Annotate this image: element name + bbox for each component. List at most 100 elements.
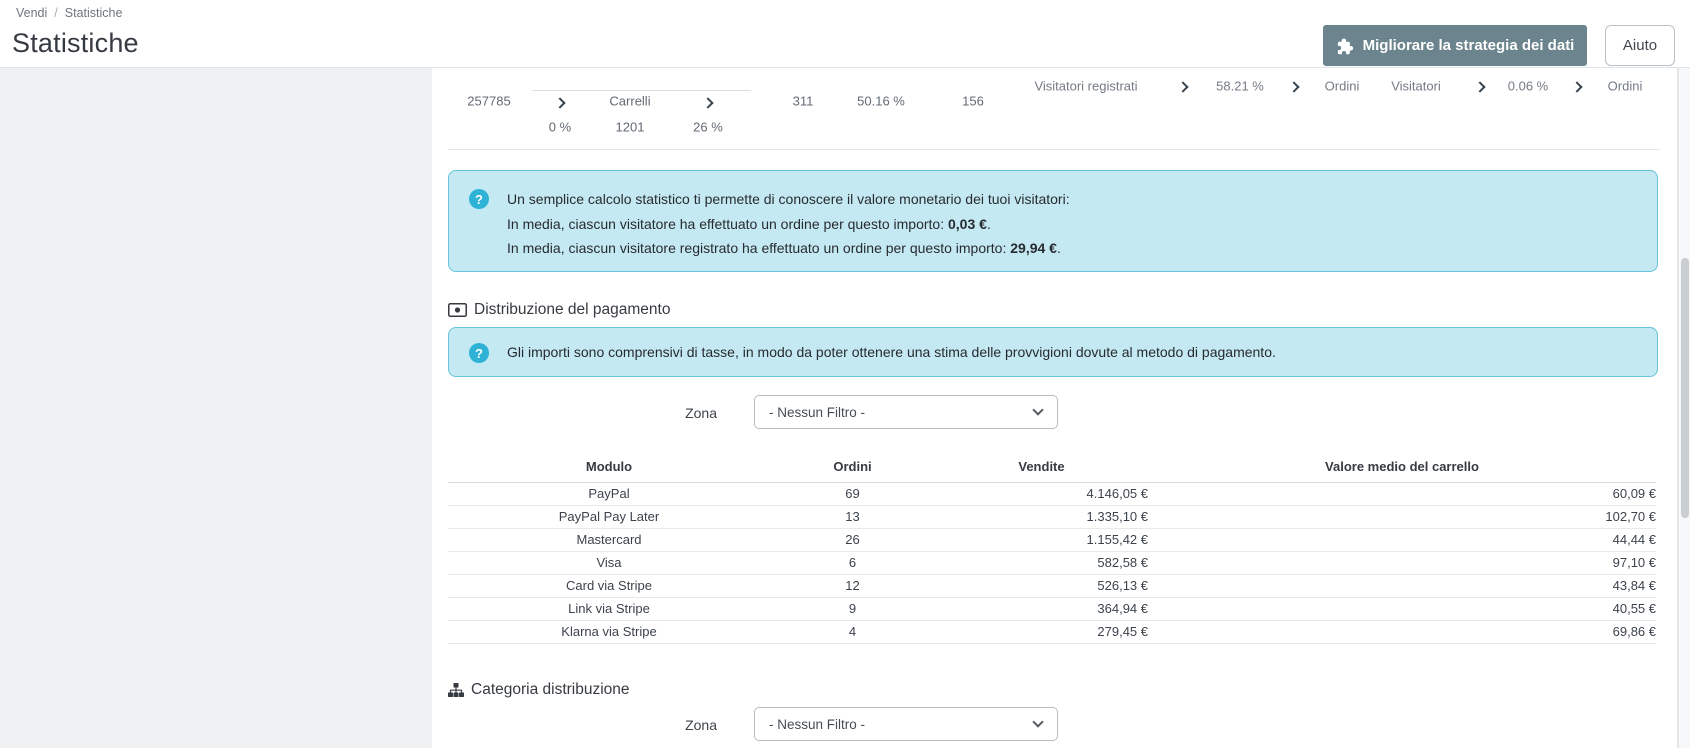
sales-cell: 4.146,05 € [935,482,1148,506]
avg-cart-cell: 44,44 € [1148,528,1656,552]
tax-info-box: ? Gli importi sono comprensivi di tasse,… [448,327,1658,377]
breadcrumb-item-statistiche[interactable]: Statistiche [65,6,123,20]
funnel-visitors-to-carts-rate: 0 % [548,119,572,135]
module-cell: Card via Stripe [448,574,770,598]
funnel-carts-to-orders-rate: 26 % [693,119,723,135]
sales-cell: 279,45 € [935,620,1148,644]
statistics-page: Vendi / Statistiche Statistiche Migliorare… [0,0,1690,748]
funnel-carts-box-border [532,90,751,91]
avg-cart-cell: 69,86 € [1148,620,1656,644]
sales-cell: 526,13 € [935,574,1148,598]
chevron-right-icon [1288,81,1300,93]
zone-filter-label: Zona [685,717,717,733]
sitemap-icon [448,683,464,697]
module-cell: Visa [448,551,770,575]
funnel-registered-orders-count: 156 [962,93,984,109]
table-row: Mastercard 26 1.155,42 € 44,44 € [448,528,1656,552]
chevron-right-icon [554,97,566,109]
module-cell: Link via Stripe [448,597,770,621]
orders-cell: 4 [770,620,935,644]
orders-cell: 13 [770,505,935,529]
avg-cart-cell: 60,09 € [1148,482,1656,506]
category-section-title: Categoria distribuzione [471,681,630,698]
section-divider [448,149,1660,150]
funnel-orders-label-2: Ordini [1607,78,1643,94]
breadcrumb: Vendi / Statistiche [16,6,122,20]
info-line-2: In media, ciascun visitatore ha effettua… [507,215,991,232]
page-title: Statistiche [12,28,139,58]
chevron-right-icon [1474,81,1486,93]
payment-distribution-heading: Distribuzione del pagamento [448,300,670,320]
orders-cell: 12 [770,574,935,598]
scrollbar-thumb[interactable] [1681,258,1689,518]
vertical-scrollbar[interactable] [1678,68,1690,748]
orders-cell: 9 [770,597,935,621]
module-cell: PayPal Pay Later [448,505,770,529]
help-button[interactable]: Aiuto [1605,25,1675,66]
improve-button-label: Migliorare la strategia dei dati [1362,37,1575,54]
column-header-avg-cart: Valore medio del carrello [1148,452,1656,483]
column-header-sales: Vendite [935,452,1148,483]
column-header-module: Modulo [448,452,770,483]
registered-visitor-order-value: 29,94 € [1010,240,1057,256]
funnel-registered-visitors-label: Visitatori registrati [1034,78,1138,94]
page-header: Vendi / Statistiche Statistiche Migliorare… [0,0,1690,68]
chevron-right-icon [1571,81,1583,93]
table-row: PayPal Pay Later 13 1.335,10 € 102,70 € [448,505,1656,529]
funnel-visitors-label: Visitatori [1391,78,1441,94]
payment-table: Modulo Ordini Vendite Valore medio del c… [448,452,1656,644]
orders-cell: 6 [770,551,935,575]
visitor-value-info-text: Un semplice calcolo statistico ti permet… [507,187,1070,261]
table-row: PayPal 69 4.146,05 € 60,09 € [448,482,1656,506]
avg-cart-cell: 43,84 € [1148,574,1656,598]
payment-zone-select[interactable]: - Nessun Filtro - [754,395,1058,429]
orders-cell: 26 [770,528,935,552]
orders-cell: 69 [770,482,935,506]
payment-table-head: Modulo Ordini Vendite Valore medio del c… [448,452,1656,483]
category-distribution-heading: Categoria distribuzione [448,680,630,700]
breadcrumb-item-vendi[interactable]: Vendi [16,6,47,20]
funnel-registered-conversion-rate: 58.21 % [1216,78,1264,94]
improve-data-strategy-button[interactable]: Migliorare la strategia dei dati [1323,25,1587,66]
table-row: Link via Stripe 9 364,94 € 40,55 € [448,597,1656,621]
funnel-orders-label-1: Ordini [1324,78,1360,94]
puzzle-icon [1336,37,1354,55]
zone-filter-label: Zona [685,405,717,421]
visitor-order-value: 0,03 € [948,215,987,232]
content-panel: 257785 0 % Carrelli 1201 26 % 311 50.16 … [432,68,1678,748]
breadcrumb-separator: / [54,6,58,20]
module-cell: PayPal [448,482,770,506]
question-circle-icon: ? [469,189,489,209]
payment-table-body: PayPal 69 4.146,05 € 60,09 € PayPal Pay … [448,482,1656,644]
tax-info-text: Gli importi sono comprensivi di tasse, i… [507,344,1276,360]
question-circle-icon: ? [469,343,489,363]
funnel-carts-label: Carrelli [609,93,651,109]
chevron-right-icon [702,97,714,109]
table-row: Klarna via Stripe 4 279,45 € 69,86 € [448,620,1656,644]
payment-table-header-row: Modulo Ordini Vendite Valore medio del c… [448,452,1656,483]
table-row: Visa 6 582,58 € 97,10 € [448,551,1656,575]
avg-cart-cell: 102,70 € [1148,505,1656,529]
sales-cell: 1.155,42 € [935,528,1148,552]
funnel-orders-count: 311 [792,93,814,109]
payment-section-title: Distribuzione del pagamento [474,301,671,318]
funnel-visitors-count: 257785 [467,93,511,109]
module-cell: Mastercard [448,528,770,552]
funnel-carts-count: 1201 [615,119,645,135]
info-line-3: In media, ciascun visitatore registrato … [507,240,1061,256]
info-line-1: Un semplice calcolo statistico ti permet… [507,191,1070,207]
avg-cart-cell: 40,55 € [1148,597,1656,621]
table-row: Card via Stripe 12 526,13 € 43,84 € [448,574,1656,598]
column-header-orders: Ordini [770,452,935,483]
category-zone-select[interactable]: - Nessun Filtro - [754,707,1058,741]
sales-cell: 582,58 € [935,551,1148,575]
funnel-visitor-conversion-rate: 0.06 % [1507,78,1549,94]
module-cell: Klarna via Stripe [448,620,770,644]
avg-cart-cell: 97,10 € [1148,551,1656,575]
sales-cell: 364,94 € [935,597,1148,621]
chevron-right-icon [1177,81,1189,93]
funnel-valid-orders-rate: 50.16 % [857,93,905,109]
sales-cell: 1.335,10 € [935,505,1148,529]
banknote-icon [448,303,467,317]
visitor-value-info-box: ? Un semplice calcolo statistico ti perm… [448,170,1658,272]
